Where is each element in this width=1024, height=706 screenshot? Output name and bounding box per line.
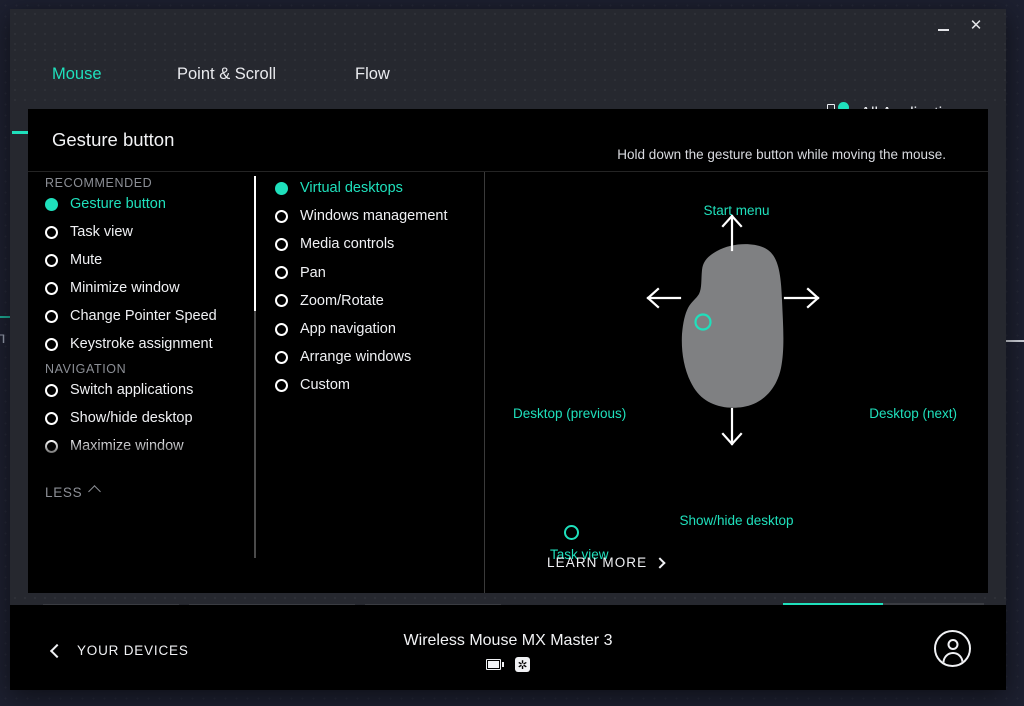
assignment-minimize-window[interactable]: Minimize window <box>28 274 254 302</box>
less-toggle-button[interactable]: LESS <box>45 485 99 500</box>
diagram-label-down: Show/hide desktop <box>679 513 793 528</box>
radio-icon <box>275 182 288 195</box>
assignment-mute[interactable]: Mute <box>28 246 254 274</box>
mode-arrange-windows[interactable]: Arrange windows <box>255 343 484 371</box>
radio-icon <box>45 254 58 267</box>
gesture-direction-diagram: Start menu Desktop (previous) Desktop (n… <box>485 172 988 593</box>
logi-options-window: ✕ Mouse Point & Scroll Flow All Applicat… <box>10 9 1006 690</box>
assignment-label: Show/hide desktop <box>70 410 193 426</box>
mode-media-controls[interactable]: Media controls <box>255 230 484 258</box>
minimize-icon <box>938 29 949 31</box>
assignment-keystroke-assignment[interactable]: Keystroke assignment <box>28 330 254 358</box>
mode-label: Arrange windows <box>300 349 411 365</box>
assignment-gesture-button[interactable]: Gesture button <box>28 190 254 218</box>
your-devices-label: YOUR DEVICES <box>77 643 189 658</box>
mouse-diagram-svg <box>485 172 988 593</box>
assignment-switch-applications[interactable]: Switch applications <box>28 376 254 404</box>
diagram-label-left: Desktop (previous) <box>513 406 626 421</box>
assignment-scroll-area[interactable]: RECOMMENDED Gesture button Task view Mut… <box>28 176 254 466</box>
back-to-your-devices-button[interactable]: YOUR DEVICES <box>52 643 189 658</box>
chevron-right-icon <box>655 557 666 568</box>
mode-label: Custom <box>300 377 350 393</box>
assignment-change-pointer-speed[interactable]: Change Pointer Speed <box>28 302 254 330</box>
tab-mouse[interactable]: Mouse <box>52 57 102 91</box>
background-window-text: л <box>0 330 5 348</box>
radio-icon <box>45 338 58 351</box>
mode-label: Windows management <box>300 208 448 224</box>
gesture-button-card: Gesture button Hold down the gesture but… <box>28 109 988 593</box>
assignment-task-view[interactable]: Task view <box>28 218 254 246</box>
avatar-head-icon <box>947 639 958 650</box>
mode-pan[interactable]: Pan <box>255 259 484 287</box>
mode-label: App navigation <box>300 321 396 337</box>
radio-icon <box>45 412 58 425</box>
learn-more-label: LEARN MORE <box>547 555 647 570</box>
radio-icon <box>275 379 288 392</box>
assignment-show-hide-desktop[interactable]: Show/hide desktop <box>28 404 254 432</box>
desktop-backdrop: л ✕ Mouse Point & Scroll Flow All Applic… <box>0 0 1024 706</box>
title-bar: ✕ <box>10 9 1006 45</box>
group-label-recommended: RECOMMENDED <box>28 176 254 190</box>
gesture-diagram-column: Start menu Desktop (previous) Desktop (n… <box>485 172 988 593</box>
card-hint-text: Hold down the gesture button while movin… <box>617 147 946 162</box>
assignment-label: Task view <box>70 224 133 240</box>
radio-icon <box>275 266 288 279</box>
radio-icon <box>45 282 58 295</box>
assignment-label: Keystroke assignment <box>70 336 213 352</box>
bluetooth-icon[interactable]: ✲ <box>515 657 530 672</box>
account-avatar[interactable] <box>934 630 971 667</box>
mode-label: Media controls <box>300 236 394 252</box>
tab-point-and-scroll[interactable]: Point & Scroll <box>177 57 276 91</box>
radio-icon <box>275 294 288 307</box>
radio-icon <box>45 226 58 239</box>
minimize-button[interactable] <box>930 14 956 38</box>
radio-icon <box>45 198 58 211</box>
assignment-label: Switch applications <box>70 382 193 398</box>
assignment-list-column: RECOMMENDED Gesture button Task view Mut… <box>28 172 254 593</box>
device-status-icons: ✲ <box>486 657 530 672</box>
radio-icon <box>275 238 288 251</box>
avatar-body-icon <box>942 652 963 667</box>
assignment-label: Minimize window <box>70 280 180 296</box>
close-button[interactable]: ✕ <box>963 14 989 38</box>
radio-icon <box>275 210 288 223</box>
tab-flow[interactable]: Flow <box>355 57 390 91</box>
radio-icon <box>45 310 58 323</box>
assignment-label: Change Pointer Speed <box>70 308 217 324</box>
page-title: Gesture button <box>52 129 174 151</box>
mode-virtual-desktops[interactable]: Virtual desktops <box>255 174 484 202</box>
press-marker-icon <box>564 525 579 540</box>
radio-icon <box>45 440 58 453</box>
mode-windows-management[interactable]: Windows management <box>255 202 484 230</box>
mode-zoom-rotate[interactable]: Zoom/Rotate <box>255 287 484 315</box>
less-label: LESS <box>45 485 82 500</box>
chevron-up-icon <box>88 485 101 498</box>
tab-bar: Mouse Point & Scroll Flow All Applicatio… <box>10 45 1006 109</box>
mode-label: Pan <box>300 265 326 281</box>
mode-custom[interactable]: Custom <box>255 371 484 399</box>
radio-icon <box>275 323 288 336</box>
assignment-label: Gesture button <box>70 196 166 212</box>
chevron-left-icon <box>50 643 64 657</box>
device-name-label: Wireless Mouse MX Master 3 <box>404 632 613 650</box>
battery-icon[interactable] <box>486 659 504 670</box>
device-footer-bar: YOUR DEVICES Wireless Mouse MX Master 3 … <box>10 605 1006 690</box>
gesture-mode-column: Virtual desktops Windows management Medi… <box>255 172 484 593</box>
assignment-label: Mute <box>70 252 102 268</box>
radio-icon <box>275 351 288 364</box>
group-label-navigation: NAVIGATION <box>28 362 254 376</box>
card-header: Gesture button Hold down the gesture but… <box>28 109 988 172</box>
radio-icon <box>45 384 58 397</box>
assignment-label: Maximize window <box>70 438 184 454</box>
mode-app-navigation[interactable]: App navigation <box>255 315 484 343</box>
gesture-mode-list: Virtual desktops Windows management Medi… <box>255 174 484 400</box>
mode-label: Zoom/Rotate <box>300 293 384 309</box>
diagram-label-right: Desktop (next) <box>869 406 957 421</box>
mode-label: Virtual desktops <box>300 180 403 196</box>
diagram-label-up: Start menu <box>703 203 769 218</box>
learn-more-link[interactable]: LEARN MORE <box>547 555 664 570</box>
assignment-maximize-window[interactable]: Maximize window <box>28 432 254 460</box>
